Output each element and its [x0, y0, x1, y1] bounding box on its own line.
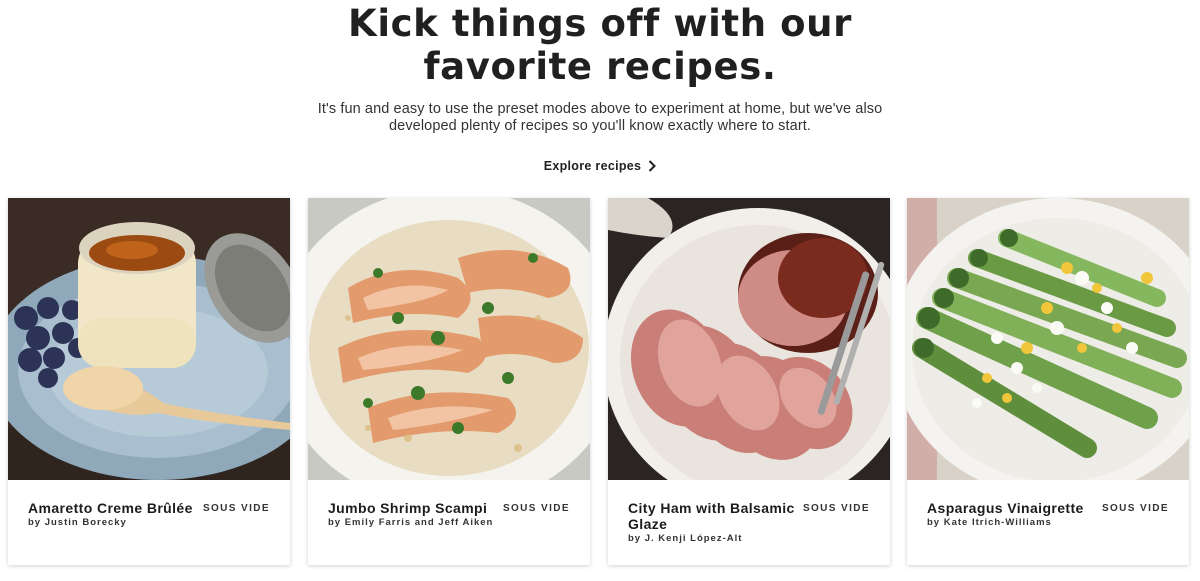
recipe-name[interactable]: Asparagus Vinaigrette — [927, 500, 1107, 516]
explore-recipes-link[interactable]: Explore recipes — [540, 156, 660, 176]
asparagus-photo[interactable] — [907, 198, 1189, 480]
city-ham-photo[interactable] — [608, 198, 890, 480]
page-title: Kick things off with our favorite recipe… — [348, 2, 852, 88]
recipe-author: by Kate Itrich-Williams — [927, 517, 1052, 528]
recipe-card[interactable]: City Ham with Balsamic Glaze by J. Kenji… — [608, 198, 890, 565]
recipe-name[interactable]: City Ham with Balsamic Glaze — [628, 500, 808, 532]
creme-brulee-photo[interactable] — [8, 198, 290, 480]
chevron-right-icon — [649, 160, 657, 172]
recipe-author: by Emily Farris and Jeff Aiken — [328, 517, 494, 528]
recipe-card[interactable]: Jumbo Shrimp Scampi by Emily Farris and … — [308, 198, 590, 565]
recipe-card[interactable]: Asparagus Vinaigrette by Kate Itrich-Wil… — [907, 198, 1189, 565]
recipe-tag: SOUS VIDE — [502, 503, 570, 514]
recipe-card[interactable]: Amaretto Creme Brûlée by Justin Borecky … — [8, 198, 290, 565]
page-subtitle: It's fun and easy to use the preset mode… — [317, 101, 883, 134]
recipe-tag: SOUS VIDE — [1101, 503, 1169, 514]
explore-recipes-label: Explore recipes — [543, 159, 642, 173]
shrimp-scampi-photo[interactable] — [308, 198, 590, 480]
recipe-author: by Justin Borecky — [28, 517, 127, 528]
recipe-name[interactable]: Jumbo Shrimp Scampi — [328, 500, 508, 516]
recipe-tag: SOUS VIDE — [202, 503, 270, 514]
recipe-author: by J. Kenji López-Alt — [628, 533, 743, 544]
recipe-tag: SOUS VIDE — [802, 503, 870, 514]
recipe-name[interactable]: Amaretto Creme Brûlée — [28, 500, 208, 516]
